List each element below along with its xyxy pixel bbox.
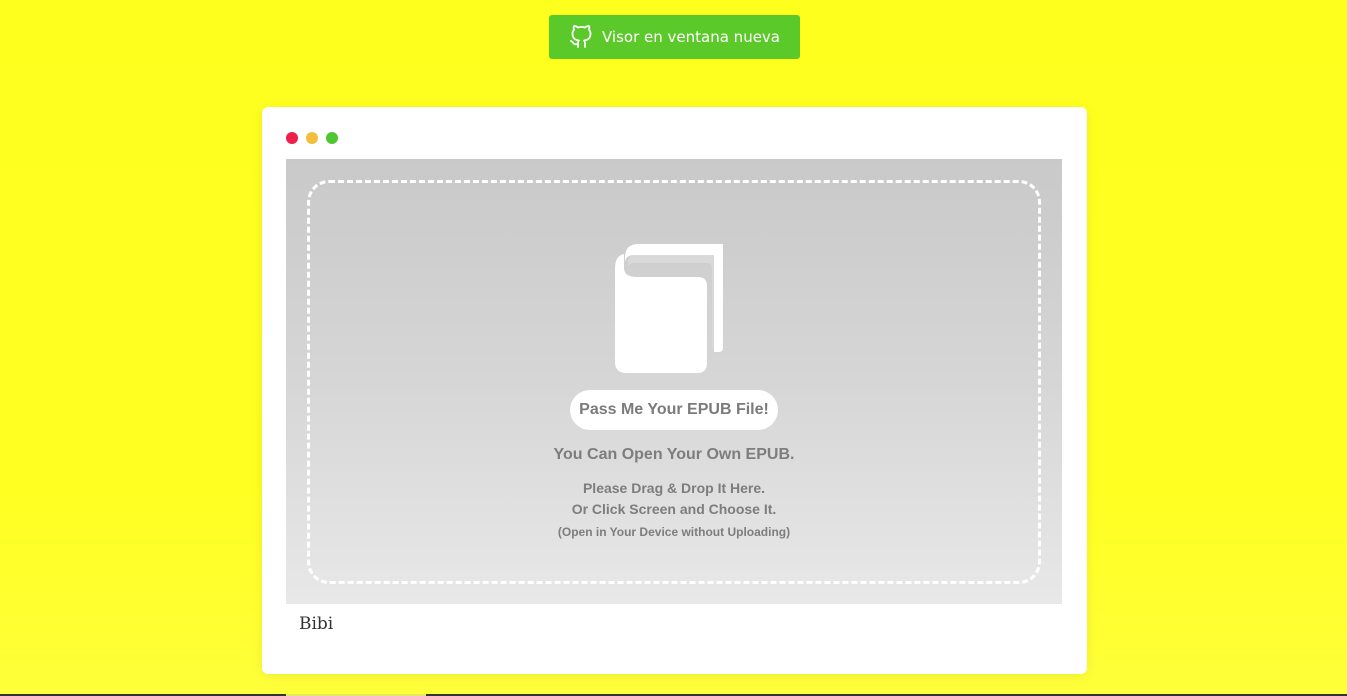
open-in-new-window-label: Visor en ventana nueva — [602, 28, 780, 46]
window-close-dot — [286, 132, 298, 144]
epub-drop-area[interactable]: Pass Me Your EPUB File! You Can Open You… — [286, 159, 1062, 604]
github-icon — [569, 25, 593, 49]
book-icon — [614, 244, 724, 374]
pass-epub-label: Pass Me Your EPUB File! — [579, 401, 769, 418]
pass-epub-badge: Pass Me Your EPUB File! — [570, 390, 778, 430]
no-upload-note: (Open in Your Device without Uploading) — [557, 525, 791, 539]
click-choose-instruction: Or Click Screen and Choose It. — [571, 501, 777, 517]
window-caption: Bibi — [299, 614, 334, 634]
dropzone-border — [307, 180, 1041, 584]
window-minimize-dot — [306, 132, 318, 144]
open-epub-headline: You Can Open Your Own EPUB. — [553, 446, 795, 463]
window-maximize-dot — [326, 132, 338, 144]
open-in-new-window-button[interactable]: Visor en ventana nueva — [549, 15, 800, 59]
viewer-window: Pass Me Your EPUB File! You Can Open You… — [262, 107, 1087, 674]
window-controls — [286, 132, 338, 144]
drag-drop-instruction: Please Drag & Drop It Here. — [582, 480, 766, 496]
